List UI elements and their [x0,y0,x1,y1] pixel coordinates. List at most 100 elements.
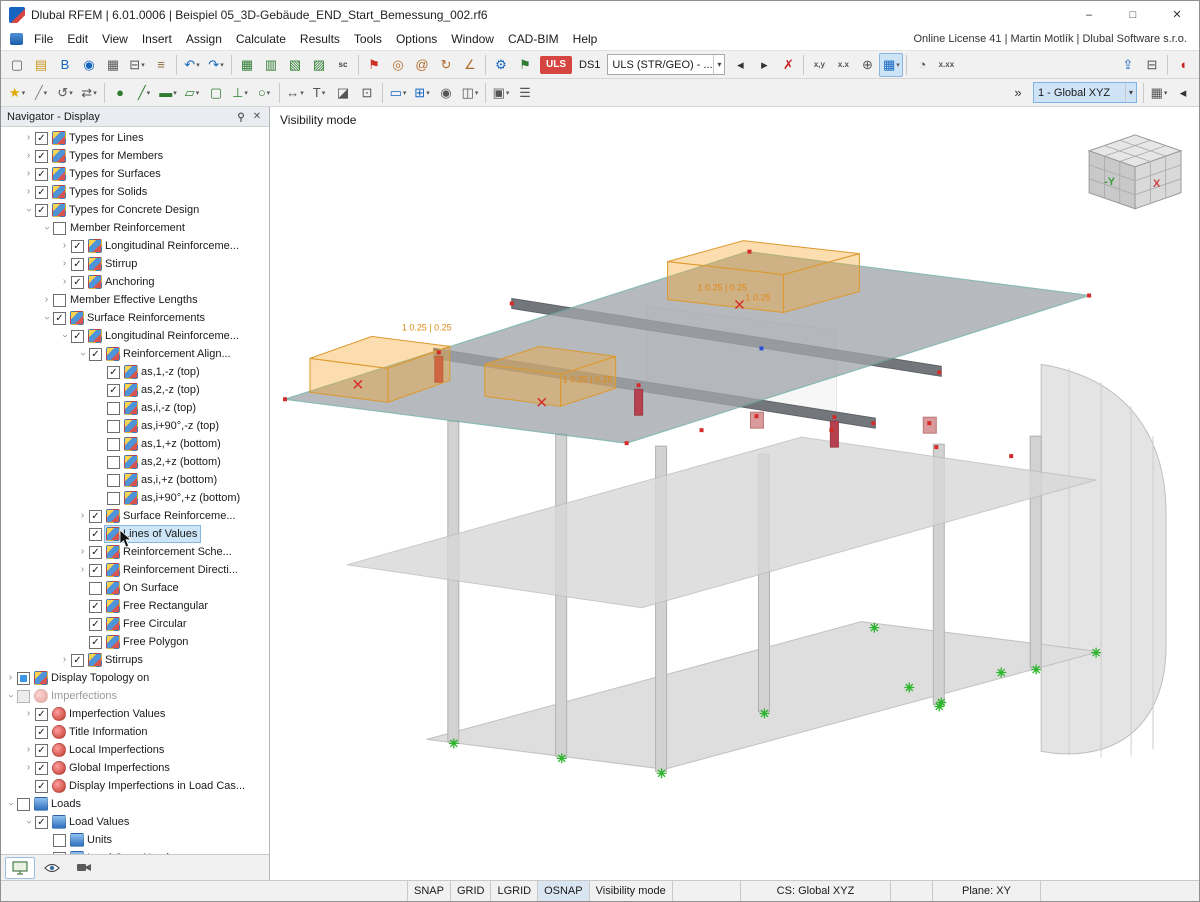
chevron-down-icon[interactable]: ▾ [147,89,151,97]
new-line-icon[interactable]: ╱▾ [132,81,156,105]
chevron-down-icon[interactable]: ▾ [44,89,48,97]
checkbox[interactable] [17,672,30,685]
coordinate-system-combo[interactable]: 1 - Global XYZ▾ [1033,82,1137,103]
chevron-down-icon[interactable]: ▾ [1125,83,1136,102]
menu-options[interactable]: Options [389,29,444,49]
checkbox[interactable]: ✓ [35,816,48,829]
tree-item-stirrups[interactable]: ›✓Stirrups [1,651,269,669]
load-display-icon[interactable]: ⚑ [362,53,386,77]
expander-icon[interactable]: › [6,799,16,810]
expander-icon[interactable]: › [23,745,34,755]
zoom-region-icon[interactable]: ◎ [386,53,410,77]
grid-toggle[interactable]: GRID [451,881,492,901]
tree-item-units[interactable]: Units [1,831,269,849]
checkbox[interactable]: ✓ [71,240,84,253]
dimension-icon[interactable]: ↔▾ [283,81,307,105]
tables-edit-icon[interactable]: ▧ [283,53,307,77]
chevron-down-icon[interactable]: ▾ [713,55,724,74]
menu-cad-bim[interactable]: CAD-BIM [501,29,566,49]
tree-item-as-i-z-top[interactable]: as,i,-z (top) [1,399,269,417]
user-visibility-icon[interactable]: ◫▾ [458,81,482,105]
checkbox[interactable]: ✓ [71,330,84,343]
tree-item-as-2-z-top[interactable]: ✓as,2,-z (top) [1,381,269,399]
expander-icon[interactable]: › [23,133,34,143]
checkbox[interactable]: ✓ [89,636,102,649]
menu-insert[interactable]: Insert [135,29,179,49]
chevron-down-icon[interactable]: ▾ [267,89,271,97]
display-properties-icon[interactable]: ☰ [513,81,537,105]
tree-item-types-for-lines[interactable]: ›✓Types for Lines [1,129,269,147]
previous-arrow-icon[interactable]: ◂ [728,53,752,77]
minimize-button[interactable]: – [1067,1,1111,28]
tree-item-reinforcement-align[interactable]: ›✓Reinforcement Align... [1,345,269,363]
checkbox[interactable]: ✓ [35,762,48,775]
select-rectangle-icon[interactable]: ▭▾ [386,81,410,105]
delete-results-icon[interactable]: ✗ [776,53,800,77]
checkbox[interactable]: ✓ [35,168,48,181]
redo-icon[interactable]: ↷▾ [204,53,228,77]
display-tab[interactable] [5,857,35,879]
menu-assign[interactable]: Assign [179,29,229,49]
expander-icon[interactable]: › [23,187,34,197]
tree-item-imperfections[interactable]: ›Imperfections [1,687,269,705]
camera-tab[interactable] [69,857,99,879]
checkbox[interactable]: ✓ [35,708,48,721]
menu-results[interactable]: Results [293,29,347,49]
chevron-down-icon[interactable]: ▾ [173,89,177,97]
chevron-down-icon[interactable]: ▾ [141,61,145,69]
edit-rotate-icon[interactable]: ↺▾ [53,81,77,105]
expander-icon[interactable]: › [77,511,88,521]
tree-item-member-effective-lengths[interactable]: ›Member Effective Lengths [1,291,269,309]
graphics-viewport[interactable]: 1 0.25 | 0.25 1 0.25 | 0.25 1 0.25 | 0.2… [270,107,1199,880]
show-values-icon[interactable]: x.x [831,53,855,77]
checkbox[interactable] [53,834,66,847]
checkbox[interactable] [107,420,120,433]
checkbox[interactable] [53,222,66,235]
expander-icon[interactable]: › [5,673,16,683]
tree-item-types-for-solids[interactable]: ›✓Types for Solids [1,183,269,201]
model-3d-view[interactable]: 1 0.25 | 0.25 1 0.25 | 0.25 1 0.25 | 0.2… [270,107,1199,880]
rotate-view-icon[interactable]: ↻ [434,53,458,77]
checkbox[interactable] [89,582,102,595]
print-icon[interactable]: ⊟▾ [125,53,149,77]
curved-wall[interactable] [1041,364,1166,757]
annotation-icon[interactable]: T▾ [307,81,331,105]
tree-item-types-for-surfaces[interactable]: ›✓Types for Surfaces [1,165,269,183]
expander-icon[interactable]: › [23,151,34,161]
teamwork-icon[interactable]: B [53,53,77,77]
checkbox[interactable]: ✓ [35,744,48,757]
chevron-down-icon[interactable]: ▾ [506,89,510,97]
checkbox[interactable]: ✓ [71,258,84,271]
osnap-toggle[interactable]: OSNAP [538,881,590,901]
tree-item-display-imperfections-in-load-cas[interactable]: ✓Display Imperfections in Load Cas... [1,777,269,795]
checkbox[interactable]: ✓ [35,780,48,793]
save-model-icon[interactable]: ▦ [101,53,125,77]
measure-icon[interactable]: ∠ [458,53,482,77]
show-axes-icon[interactable]: ⊕ [855,53,879,77]
design-situations-icon[interactable]: ⚑ [513,53,537,77]
tree-item-types-for-concrete-design[interactable]: ›✓Types for Concrete Design [1,201,269,219]
zoom-values-icon[interactable]: ◔ [910,53,934,77]
expander-icon[interactable]: › [59,655,70,665]
checkbox[interactable]: ✓ [71,654,84,667]
tree-item-free-rectangular[interactable]: ✓Free Rectangular [1,597,269,615]
new-opening-icon[interactable]: ▢ [204,81,228,105]
previous-view-icon[interactable]: ◂ [1171,81,1195,105]
checkbox[interactable] [107,474,120,487]
undo-icon[interactable]: ↶▾ [180,53,204,77]
menu-window[interactable]: Window [444,29,501,49]
tree-item-title-information[interactable]: ✓Title Information [1,723,269,741]
tree-item-longitudinal-reinforceme[interactable]: ›✓Longitudinal Reinforceme... [1,237,269,255]
new-node-icon[interactable]: ● [108,81,132,105]
show-numbering-icon[interactable]: x,y [807,53,831,77]
expander-icon[interactable]: › [77,547,88,557]
toolbar-overflow-icon[interactable]: » [1006,81,1030,105]
lgrid-toggle[interactable]: LGRID [491,881,538,901]
select-special-icon[interactable]: ⊞▾ [410,81,434,105]
tree-item-as-1-z-top[interactable]: ✓as,1,-z (top) [1,363,269,381]
checkbox[interactable] [107,492,120,505]
tree-item-display-topology-on[interactable]: ›Display Topology on [1,669,269,687]
checkbox[interactable] [107,402,120,415]
tree-item-types-for-members[interactable]: ›✓Types for Members [1,147,269,165]
checkbox[interactable] [53,294,66,307]
